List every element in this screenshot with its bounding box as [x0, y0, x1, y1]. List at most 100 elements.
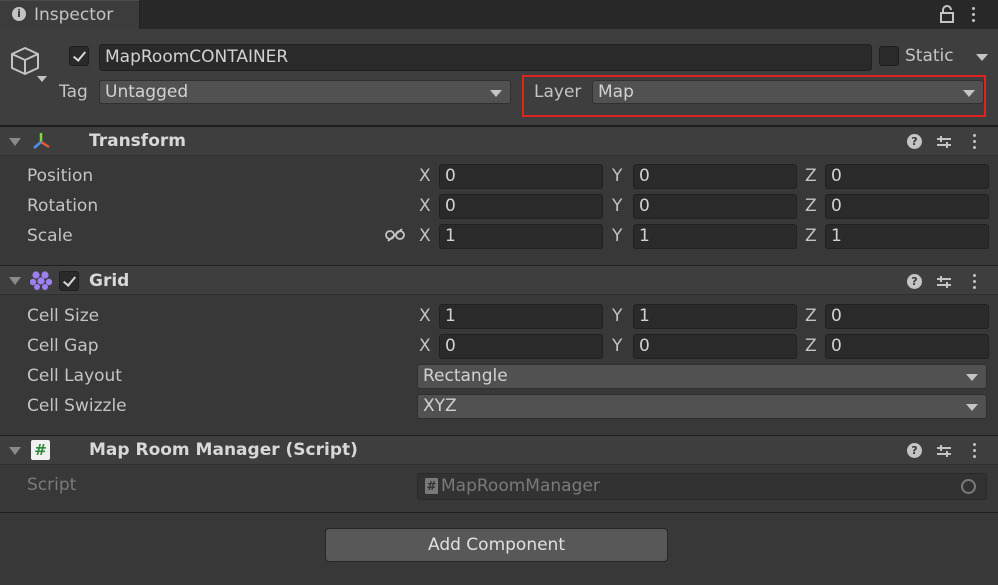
chevron-down-icon: [966, 404, 978, 411]
object-picker-icon[interactable]: [961, 479, 976, 494]
cell-layout-label: Cell Layout: [27, 366, 122, 386]
help-icon[interactable]: ?: [907, 134, 922, 149]
axis-z-label: Z: [805, 166, 817, 186]
axis-x-label: X: [419, 166, 431, 186]
scale-y-field[interactable]: 1: [633, 224, 797, 249]
axis-y-label: Y: [612, 336, 623, 356]
rotation-z-field[interactable]: 0: [825, 194, 989, 219]
static-dropdown-arrow[interactable]: [976, 54, 988, 61]
help-icon[interactable]: ?: [907, 274, 922, 289]
value: 0: [831, 196, 842, 216]
tag-label: Tag: [59, 82, 88, 102]
rotation-y-field[interactable]: 0: [633, 194, 797, 219]
axis-z-label: Z: [805, 226, 817, 246]
tab-inspector-label: Inspector: [34, 5, 114, 25]
cell-size-y-field[interactable]: 1: [633, 304, 797, 329]
value: 0: [831, 166, 842, 186]
position-x-field[interactable]: 0: [439, 164, 603, 189]
presets-icon[interactable]: [936, 134, 952, 150]
axis-y-label: Y: [612, 306, 623, 326]
constrain-proportions-icon[interactable]: [385, 228, 405, 242]
csharp-script-icon: #: [31, 440, 50, 460]
help-icon[interactable]: ?: [907, 443, 922, 458]
window-menu-icon[interactable]: [972, 7, 976, 23]
rotation-x-field[interactable]: 0: [439, 194, 603, 219]
cell-size-label: Cell Size: [27, 306, 100, 326]
axis-z-label: Z: [805, 196, 817, 216]
static-checkbox[interactable]: [879, 46, 899, 66]
transform-fold-icon[interactable]: [9, 138, 21, 146]
value: 0: [445, 336, 456, 356]
axis-y-label: Y: [612, 166, 623, 186]
axis-x-label: X: [419, 306, 431, 326]
cell-layout-dropdown[interactable]: Rectangle: [417, 364, 987, 389]
tab-bar: [0, 0, 998, 29]
value: 0: [445, 196, 456, 216]
transform-axes-icon: [33, 133, 50, 149]
axis-y-label: Y: [612, 196, 623, 216]
cell-swizzle-label: Cell Swizzle: [27, 396, 127, 416]
icon-dropdown-arrow[interactable]: [37, 76, 47, 82]
axis-x-label: X: [419, 196, 431, 216]
cell-layout-value: Rectangle: [423, 366, 508, 386]
scale-label: Scale: [27, 226, 73, 246]
object-name-text: MapRoomCONTAINER: [105, 47, 289, 67]
cell-swizzle-value: XYZ: [423, 396, 457, 416]
value: 1: [639, 226, 650, 246]
value: 1: [445, 226, 456, 246]
position-label: Position: [27, 166, 94, 186]
axis-x-label: X: [419, 226, 431, 246]
presets-icon[interactable]: [936, 274, 952, 290]
csharp-script-icon: #: [425, 478, 438, 494]
scale-x-field[interactable]: 1: [439, 224, 603, 249]
grid-enabled-checkbox[interactable]: [59, 271, 79, 291]
static-label: Static: [905, 46, 954, 66]
object-name-field[interactable]: MapRoomCONTAINER: [99, 44, 872, 71]
presets-icon[interactable]: [936, 443, 952, 459]
value: 1: [639, 306, 650, 326]
rotation-label: Rotation: [27, 196, 99, 216]
axis-x-label: X: [419, 336, 431, 356]
grid-fold-icon[interactable]: [9, 277, 21, 285]
axis-y-label: Y: [612, 226, 623, 246]
tag-dropdown[interactable]: Untagged: [99, 80, 511, 104]
script-value: MapRoomManager: [441, 476, 600, 496]
info-icon: i: [12, 7, 26, 21]
cell-gap-label: Cell Gap: [27, 336, 99, 356]
value: 0: [639, 336, 650, 356]
script-field: # MapRoomManager: [417, 473, 987, 500]
script-menu-icon[interactable]: [973, 443, 977, 459]
tag-value: Untagged: [105, 82, 189, 102]
script-label: Script: [27, 475, 77, 495]
transform-title: Transform: [89, 131, 186, 151]
value: 0: [831, 306, 842, 326]
position-z-field[interactable]: 0: [825, 164, 989, 189]
grid-header[interactable]: [0, 265, 998, 295]
gameobject-cube-icon: [11, 47, 39, 75]
cell-size-z-field[interactable]: 0: [825, 304, 989, 329]
cell-gap-y-field[interactable]: 0: [633, 334, 797, 359]
cell-size-x-field[interactable]: 1: [439, 304, 603, 329]
value: 0: [831, 336, 842, 356]
script-fold-icon[interactable]: [9, 447, 21, 455]
active-checkbox[interactable]: [69, 46, 89, 66]
chevron-down-icon: [490, 90, 502, 97]
position-y-field[interactable]: 0: [633, 164, 797, 189]
cell-gap-z-field[interactable]: 0: [825, 334, 989, 359]
tab-inspector[interactable]: i Inspector: [0, 0, 140, 29]
value: 1: [831, 226, 842, 246]
cell-gap-x-field[interactable]: 0: [439, 334, 603, 359]
grid-title: Grid: [89, 271, 130, 291]
add-component-button[interactable]: Add Component: [325, 528, 668, 562]
axis-z-label: Z: [805, 336, 817, 356]
lock-icon[interactable]: [940, 5, 954, 23]
divider: [0, 512, 998, 513]
transform-menu-icon[interactable]: [973, 134, 977, 150]
axis-z-label: Z: [805, 306, 817, 326]
cell-swizzle-dropdown[interactable]: XYZ: [417, 394, 987, 419]
value: 0: [639, 196, 650, 216]
scale-z-field[interactable]: 1: [825, 224, 989, 249]
chevron-down-icon: [966, 374, 978, 381]
value: 0: [639, 166, 650, 186]
grid-menu-icon[interactable]: [973, 274, 977, 290]
